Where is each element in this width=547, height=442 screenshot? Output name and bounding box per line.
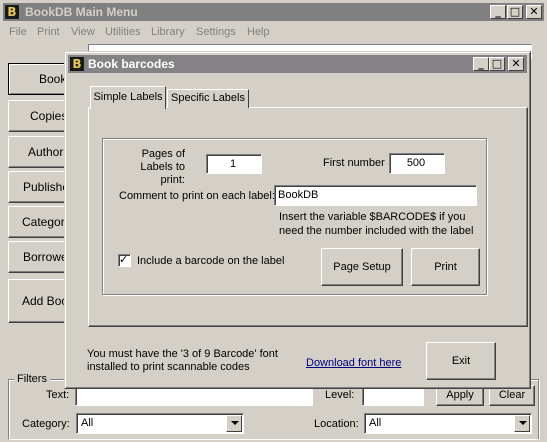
filter-text-input[interactable] [75, 386, 313, 406]
minimize-icon[interactable]: _ [490, 5, 506, 19]
location-select[interactable]: All [364, 413, 532, 434]
menu-library[interactable]: Library [151, 23, 185, 41]
menu-view[interactable]: View [71, 23, 95, 41]
first-number-input[interactable]: 500 [389, 153, 445, 174]
include-barcode-label[interactable]: Include a barcode on the label [137, 254, 284, 268]
dialog-app-icon: B [70, 57, 84, 71]
comment-input-value: BookDB [278, 189, 319, 201]
font-notice-line-2: installed to print scannable codes [87, 361, 250, 373]
borrowers-button[interactable]: Borrowers [8, 241, 68, 273]
first-number-input-value: 500 [406, 157, 426, 169]
exit-button[interactable]: Exit [426, 342, 496, 380]
dialog-maximize-icon[interactable]: □ [489, 57, 505, 71]
main-menu-bar: File Print View Utilities Library Settin… [3, 23, 544, 41]
menu-settings[interactable]: Settings [196, 23, 236, 41]
main-window-title: BookDB Main Menu [25, 5, 138, 19]
tab-specific-labels-label: Specific Labels [171, 92, 245, 104]
dialog-close-icon[interactable]: ✕ [508, 57, 524, 71]
pages-input[interactable]: 1 [206, 154, 262, 174]
page-setup-button[interactable]: Page Setup [321, 248, 403, 286]
comment-label: Comment to print on each label: [119, 190, 275, 202]
authors-button-label: Authors [28, 145, 68, 159]
menu-file[interactable]: File [9, 23, 27, 41]
categories-button-label: Categories [22, 215, 67, 229]
dialog-minimize-icon[interactable]: _ [473, 57, 489, 71]
authors-button[interactable]: Authors [8, 136, 68, 168]
add-books-button-label: Add Books [22, 294, 67, 308]
check-icon: ✓ [119, 253, 129, 266]
borrowers-button-label: Borrowers [23, 250, 67, 264]
tab-simple-labels-label: Simple Labels [93, 91, 163, 103]
pages-label: Pages of Labels to print: [140, 148, 185, 186]
dialog-title: Book barcodes [88, 57, 175, 71]
font-notice-line-1: You must have the '3 of 9 Barcode' font [87, 348, 278, 360]
categories-button[interactable]: Categories [8, 206, 68, 238]
filter-text-label: Text: [46, 389, 70, 401]
page-setup-button-label: Page Setup [333, 261, 391, 273]
download-font-link[interactable]: Download font here [306, 356, 401, 370]
include-barcode-checkbox[interactable]: ✓ [118, 253, 131, 267]
add-books-button[interactable]: Add Books [8, 279, 68, 323]
category-label: Category: [22, 418, 70, 430]
copies-button[interactable]: Copies [8, 100, 68, 132]
dialog-title-bar[interactable]: B Book barcodes _ □ ✕ [68, 55, 527, 73]
comment-input[interactable]: BookDB [274, 185, 477, 206]
print-button[interactable]: Print [411, 248, 480, 286]
filter-level-label: Level: [325, 389, 355, 401]
location-label: Location: [314, 418, 359, 430]
category-select[interactable]: All [76, 413, 244, 434]
barcode-hint-line-2: need the number included with the label [279, 225, 474, 237]
tab-simple-labels[interactable]: Simple Labels [90, 86, 166, 109]
exit-button-label: Exit [451, 355, 471, 367]
pages-input-value: 1 [229, 158, 237, 170]
print-button-label: Print [434, 261, 457, 273]
location-select-value: All [369, 417, 382, 429]
chevron-down-icon[interactable] [514, 415, 530, 432]
tab-specific-labels[interactable]: Specific Labels [167, 89, 249, 108]
publishers-button[interactable]: Publishers [8, 171, 68, 203]
maximize-icon[interactable]: □ [507, 5, 523, 19]
filter-level-input[interactable] [362, 386, 424, 406]
copies-button-label: Copies [30, 109, 68, 123]
category-select-value: All [81, 417, 94, 429]
first-number-label: First number [323, 157, 385, 169]
menu-print[interactable]: Print [37, 23, 60, 41]
filters-legend: Filters [14, 372, 50, 386]
menu-help[interactable]: Help [247, 23, 270, 41]
close-icon[interactable]: ✕ [526, 5, 542, 19]
barcode-hint-line-1: Insert the variable $BARCODE$ if you [279, 211, 466, 223]
main-title-bar[interactable]: B BookDB Main Menu _ □ ✕ [3, 3, 544, 21]
chevron-down-icon[interactable] [226, 415, 242, 432]
app-icon: B [5, 5, 19, 19]
publishers-button-label: Publishers [23, 180, 67, 194]
menu-utilities[interactable]: Utilities [105, 23, 140, 41]
book-barcodes-dialog: B Book barcodes _ □ ✕ Simple Labels Spec… [64, 51, 531, 389]
